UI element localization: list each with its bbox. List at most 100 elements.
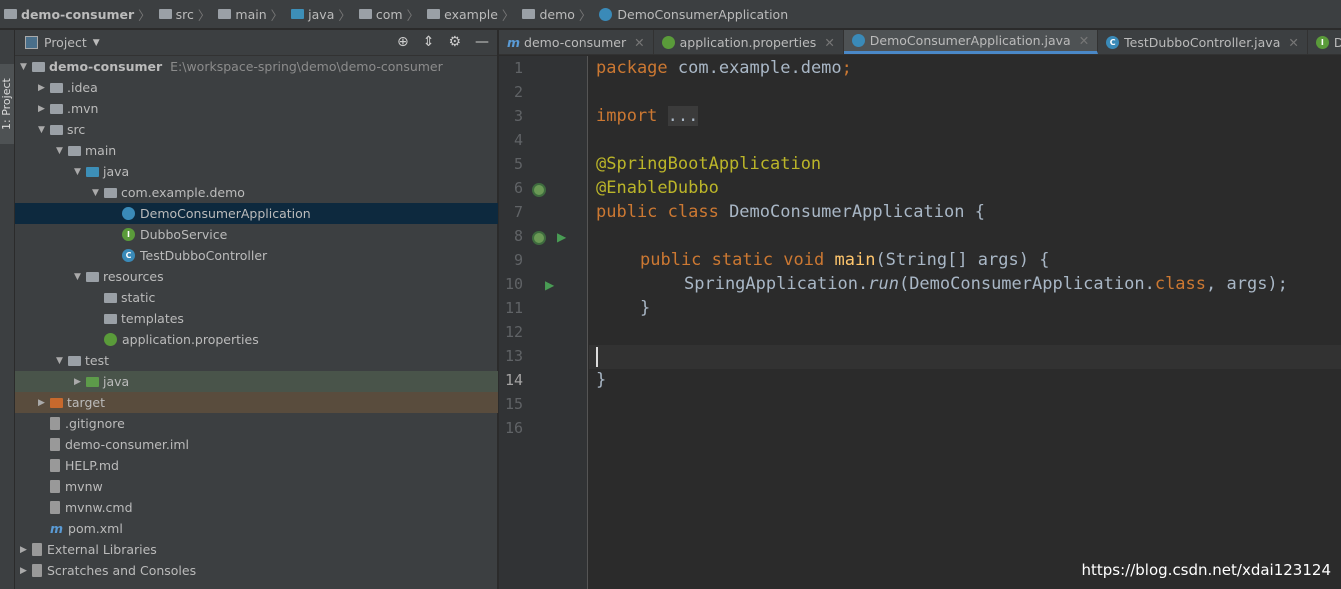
collapsed-arrow-icon[interactable]: ▶ bbox=[74, 377, 86, 387]
folder-icon bbox=[522, 9, 536, 19]
collapsed-arrow-icon[interactable]: ▶ bbox=[20, 566, 32, 576]
tab-label: DubboSer bbox=[1333, 34, 1341, 50]
folder-icon bbox=[358, 9, 372, 19]
tree-item[interactable]: m pom.xml bbox=[15, 518, 498, 539]
line-number: 11 bbox=[504, 299, 523, 317]
spring-properties-icon bbox=[661, 35, 675, 49]
file-icon bbox=[50, 417, 60, 430]
run-icon[interactable]: ▶ bbox=[545, 278, 554, 292]
tree-item[interactable]: ▼ main bbox=[15, 140, 498, 161]
tree-item[interactable]: ▶ java bbox=[15, 371, 498, 392]
code-line-3: import ... bbox=[596, 106, 699, 126]
spring-bean-icon[interactable] bbox=[532, 231, 546, 245]
code-line-1: package com.example.demo; bbox=[596, 58, 852, 78]
tree-item-label: .idea bbox=[67, 80, 98, 95]
expanded-arrow-icon[interactable]: ▼ bbox=[74, 167, 86, 177]
expanded-arrow-icon[interactable]: ▼ bbox=[20, 62, 32, 72]
hide-icon[interactable]: — bbox=[475, 34, 489, 50]
collapsed-arrow-icon[interactable]: ▶ bbox=[38, 104, 50, 114]
tree-item-label: TestDubboController bbox=[140, 248, 268, 263]
tree-item-label: src bbox=[67, 122, 86, 137]
tree-item-label: templates bbox=[121, 311, 184, 326]
collapsed-arrow-icon[interactable]: ▶ bbox=[20, 545, 32, 555]
breadcrumb-item[interactable]: demo-consumer 〉 bbox=[4, 5, 155, 24]
breadcrumb-label: demo bbox=[539, 6, 575, 22]
project-view-selector[interactable]: Project bbox=[44, 35, 87, 50]
expanded-arrow-icon[interactable]: ▼ bbox=[56, 356, 68, 366]
expanded-arrow-icon[interactable]: ▼ bbox=[56, 146, 68, 156]
tree-item[interactable]: mvnw bbox=[15, 476, 498, 497]
expanded-arrow-icon[interactable]: ▼ bbox=[74, 272, 86, 282]
tree-item[interactable]: ▶ Scratches and Consoles bbox=[15, 560, 498, 581]
collapse-all-icon[interactable]: ⇕ bbox=[423, 34, 435, 50]
breadcrumb: demo-consumer 〉 src 〉 main 〉 java 〉 com 〉 example 〉… bbox=[0, 0, 1341, 29]
breadcrumb-item[interactable]: com 〉 bbox=[358, 5, 423, 24]
tree-item-label: target bbox=[67, 395, 106, 410]
breadcrumb-item[interactable]: demo 〉 bbox=[522, 5, 595, 24]
collapsed-arrow-icon[interactable]: ▶ bbox=[38, 83, 50, 93]
folder-icon bbox=[50, 124, 63, 135]
tab-testdubbocontroller-java[interactable]: C TestDubboController.java ✕ bbox=[1098, 30, 1308, 54]
expanded-arrow-icon[interactable]: ▼ bbox=[38, 125, 50, 135]
collapsed-arrow-icon[interactable]: ▶ bbox=[38, 398, 50, 408]
expanded-arrow-icon[interactable]: ▼ bbox=[92, 188, 104, 198]
tree-item-label: pom.xml bbox=[68, 521, 123, 536]
tree-item[interactable]: C TestDubboController bbox=[15, 245, 498, 266]
run-icon[interactable]: ▶ bbox=[557, 230, 566, 244]
tab-demo-consumer[interactable]: m demo-consumer ✕ bbox=[499, 30, 654, 54]
chevron-down-icon[interactable]: ▼ bbox=[93, 38, 100, 48]
tree-item[interactable]: .gitignore bbox=[15, 413, 498, 434]
breadcrumb-item[interactable]: DemoConsumerApplication bbox=[599, 7, 788, 22]
tree-item[interactable]: ▶ target bbox=[15, 392, 498, 413]
tree-item[interactable]: ▶ .idea bbox=[15, 77, 498, 98]
breadcrumb-item[interactable]: java 〉 bbox=[291, 5, 355, 24]
close-icon[interactable]: ✕ bbox=[634, 35, 644, 50]
locate-icon[interactable]: ⊕ bbox=[397, 34, 409, 50]
breadcrumb-item[interactable]: src 〉 bbox=[158, 5, 215, 24]
file-icon bbox=[50, 480, 60, 493]
spring-bean-icon[interactable] bbox=[532, 183, 546, 197]
folded-imports[interactable]: ... bbox=[667, 106, 699, 126]
tree-item[interactable]: ▼ java bbox=[15, 161, 498, 182]
breadcrumb-label: com bbox=[375, 6, 403, 22]
gear-icon[interactable]: ⚙ bbox=[448, 34, 461, 50]
tree-item[interactable]: ▼ src bbox=[15, 119, 498, 140]
tree-item-label: mvnw.cmd bbox=[65, 500, 133, 515]
tree-item[interactable]: ▼ demo-consumer E:\workspace-spring\demo\d… bbox=[15, 56, 498, 77]
tree-item[interactable]: demo-consumer.iml bbox=[15, 434, 498, 455]
tree-item[interactable]: templates bbox=[15, 308, 498, 329]
folder-icon bbox=[50, 103, 63, 114]
tree-item[interactable]: ▼ resources bbox=[15, 266, 498, 287]
line-number: 16 bbox=[504, 419, 523, 437]
project-tool-button[interactable]: 1: Project bbox=[0, 64, 14, 144]
tab-label: TestDubboController.java bbox=[1124, 34, 1281, 50]
code-line-7: @SpringBootApplication bbox=[596, 154, 822, 174]
tree-item[interactable]: I DubboService bbox=[15, 224, 498, 245]
tab-democonsumerapplication-java[interactable]: DemoConsumerApplication.java ✕ bbox=[843, 30, 1099, 54]
tree-item[interactable]: ▼ test bbox=[15, 350, 498, 371]
tab-label: application.properties bbox=[679, 34, 817, 50]
code-area[interactable]: package com.example.demo; import ... @Sp… bbox=[589, 56, 1341, 589]
chevron-right-icon: 〉 bbox=[270, 7, 284, 23]
breadcrumb-item[interactable]: example 〉 bbox=[427, 5, 518, 24]
tree-item[interactable]: ▶ .mvn bbox=[15, 98, 498, 119]
tree-item[interactable]: HELP.md bbox=[15, 455, 498, 476]
close-icon[interactable]: ✕ bbox=[824, 35, 834, 50]
tree-item[interactable]: ▼ com.example.demo bbox=[15, 182, 498, 203]
tree-item[interactable]: application.properties bbox=[15, 329, 498, 350]
close-icon[interactable]: ✕ bbox=[1079, 33, 1089, 48]
breadcrumb-label: example bbox=[444, 6, 498, 22]
line-number: 13 bbox=[504, 347, 523, 365]
folder-icon bbox=[104, 292, 117, 303]
tab-application-properties[interactable]: application.properties ✕ bbox=[654, 30, 844, 54]
breadcrumb-item[interactable]: main 〉 bbox=[218, 5, 287, 24]
tree-item[interactable]: static bbox=[15, 287, 498, 308]
breadcrumb-label: DemoConsumerApplication bbox=[617, 6, 789, 22]
line-number: 14 bbox=[504, 371, 523, 389]
tab-dubboser[interactable]: I DubboSer bbox=[1308, 30, 1341, 54]
close-icon[interactable]: ✕ bbox=[1288, 35, 1298, 50]
chevron-right-icon: 〉 bbox=[501, 7, 515, 23]
tree-item[interactable]: DemoConsumerApplication bbox=[15, 203, 498, 224]
tree-item[interactable]: mvnw.cmd bbox=[15, 497, 498, 518]
tree-item[interactable]: ▶ External Libraries bbox=[15, 539, 498, 560]
